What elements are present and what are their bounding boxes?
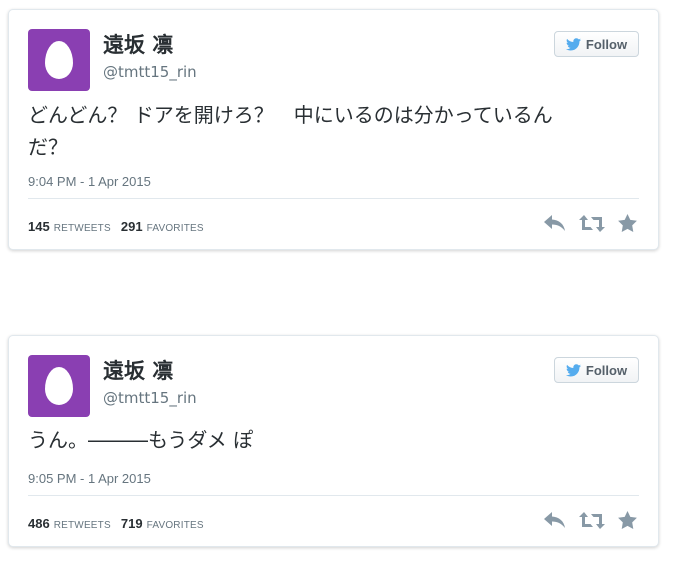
default-egg-avatar-icon — [45, 367, 73, 405]
reply-icon[interactable] — [544, 511, 566, 529]
tweet-text: どんどん？ ドアを開けろ？ 中にいるのは分かっているん だ？ — [28, 103, 553, 159]
tweet-timestamp[interactable]: 9:04 PM - 1 Apr 2015 — [28, 174, 151, 189]
tweet-actions — [544, 214, 637, 232]
user-handle[interactable]: @tmtt15_rin — [103, 62, 197, 82]
user-handle[interactable]: @tmtt15_rin — [103, 388, 197, 408]
twitter-bird-icon — [565, 363, 581, 376]
tweet-embed-stack: 遠坂 凛 @tmtt15_rin Follow どんどん？ ドアを開けろ？ 中に… — [0, 0, 675, 567]
tweet-card: 遠坂 凛 @tmtt15_rin Follow うん。―――もうダメ ぽ 9:0… — [8, 335, 659, 547]
tweet-header: 遠坂 凛 @tmtt15_rin Follow — [28, 29, 639, 91]
tweet-timestamp[interactable]: 9:05 PM - 1 Apr 2015 — [28, 471, 151, 486]
follow-button-label: Follow — [585, 36, 628, 52]
favorites-label[interactable]: FAVORITES — [147, 223, 204, 234]
twitter-bird-icon — [565, 37, 581, 50]
retweet-icon[interactable] — [579, 214, 605, 232]
tweet-text: うん。―――もうダメ ぽ — [28, 428, 254, 452]
author-names[interactable]: 遠坂 凛 @tmtt15_rin — [103, 358, 197, 408]
favorite-star-icon[interactable] — [618, 511, 637, 529]
tweet-stats: 145 RETWEETS 291 FAVORITES — [28, 219, 210, 234]
reply-icon[interactable] — [544, 214, 566, 232]
author-names[interactable]: 遠坂 凛 @tmtt15_rin — [103, 32, 197, 82]
tweet-card: 遠坂 凛 @tmtt15_rin Follow どんどん？ ドアを開けろ？ 中に… — [8, 9, 659, 250]
avatar[interactable] — [28, 355, 90, 417]
retweets-count[interactable]: 145 — [28, 219, 50, 234]
retweets-label[interactable]: RETWEETS — [54, 223, 111, 234]
tweet-actions — [544, 511, 637, 529]
divider — [28, 495, 639, 496]
retweet-icon[interactable] — [579, 511, 605, 529]
avatar[interactable] — [28, 29, 90, 91]
divider — [28, 198, 639, 199]
favorites-label[interactable]: FAVORITES — [147, 520, 204, 531]
retweets-count[interactable]: 486 — [28, 516, 50, 531]
follow-button[interactable]: Follow — [554, 31, 639, 57]
tweet-header: 遠坂 凛 @tmtt15_rin Follow — [28, 355, 639, 417]
display-name[interactable]: 遠坂 凛 — [103, 32, 197, 58]
favorite-star-icon[interactable] — [618, 214, 637, 232]
retweets-label[interactable]: RETWEETS — [54, 520, 111, 531]
default-egg-avatar-icon — [45, 41, 73, 79]
follow-button-label: Follow — [585, 362, 628, 378]
follow-button[interactable]: Follow — [554, 357, 639, 383]
favorites-count[interactable]: 291 — [121, 219, 143, 234]
tweet-stats: 486 RETWEETS 719 FAVORITES — [28, 516, 210, 531]
display-name[interactable]: 遠坂 凛 — [103, 358, 197, 384]
favorites-count[interactable]: 719 — [121, 516, 143, 531]
